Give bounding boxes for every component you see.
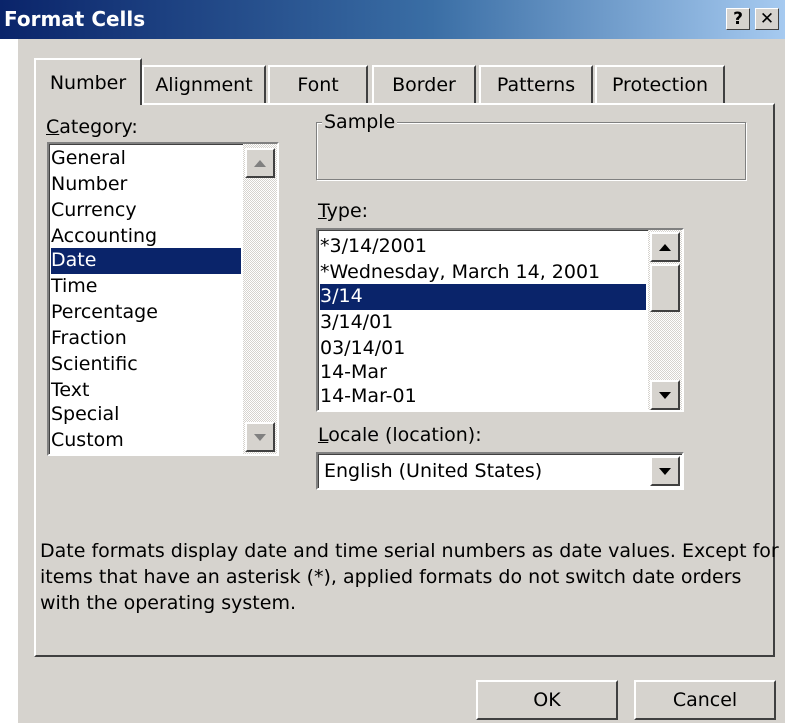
chevron-down-icon	[659, 467, 671, 475]
title-bar[interactable]: Format Cells ? ✕	[0, 0, 785, 39]
category-item-number[interactable]: Number	[51, 172, 127, 198]
category-scroll-down-button[interactable]	[245, 422, 275, 452]
type-listbox[interactable]: *3/14/2001 *Wednesday, March 14, 2001 3/…	[316, 228, 684, 412]
locale-label: Locale (location):	[318, 424, 482, 446]
close-button[interactable]: ✕	[755, 8, 779, 30]
arrow-up-icon	[659, 243, 671, 251]
format-cells-dialog: Format Cells ? ✕ Number Alignment Font B…	[0, 0, 785, 723]
sample-label: Sample	[322, 111, 398, 133]
type-item[interactable]: 3/14/01	[320, 310, 393, 336]
category-scrollbar[interactable]	[243, 144, 277, 454]
type-item[interactable]: *Wednesday, March 14, 2001	[320, 260, 600, 286]
category-item-percentage[interactable]: Percentage	[51, 300, 158, 326]
category-item-scientific[interactable]: Scientific	[51, 352, 138, 378]
category-item-text[interactable]: Text	[51, 378, 89, 404]
tab-alignment[interactable]: Alignment	[142, 65, 266, 103]
ok-button[interactable]: OK	[476, 680, 618, 720]
type-scroll-up-button[interactable]	[650, 232, 680, 262]
arrow-up-icon	[254, 159, 266, 167]
category-item-fraction[interactable]: Fraction	[51, 326, 127, 352]
category-item-custom[interactable]: Custom	[51, 428, 124, 454]
help-button[interactable]: ?	[726, 8, 750, 30]
category-item-time[interactable]: Time	[51, 274, 98, 300]
type-scroll-down-button[interactable]	[650, 380, 680, 410]
locale-select[interactable]: English (United States)	[316, 452, 684, 490]
tab-number[interactable]: Number	[34, 58, 142, 105]
type-scrollbar[interactable]	[648, 230, 682, 410]
category-item-accounting[interactable]: Accounting	[51, 224, 157, 250]
category-label: Category:	[46, 116, 138, 138]
category-item-general[interactable]: General	[51, 146, 126, 172]
tab-protection[interactable]: Protection	[595, 65, 725, 103]
category-item-special[interactable]: Special	[51, 402, 119, 428]
category-scroll-up-button[interactable]	[245, 148, 275, 178]
locale-value: English (United States)	[324, 460, 543, 482]
type-item-selected[interactable]: 3/14	[320, 284, 646, 310]
type-item[interactable]: *3/14/2001	[320, 234, 427, 260]
category-item-date[interactable]: Date	[51, 248, 241, 274]
type-item[interactable]: 14-Mar	[320, 360, 387, 386]
dialog-title: Format Cells	[4, 7, 146, 31]
arrow-down-icon	[659, 391, 671, 399]
tab-patterns[interactable]: Patterns	[479, 65, 593, 103]
arrow-down-icon	[254, 433, 266, 441]
cancel-button[interactable]: Cancel	[634, 680, 776, 720]
category-description: Date formats display date and time seria…	[40, 540, 779, 614]
type-item[interactable]: 14-Mar-01	[320, 384, 417, 410]
category-listbox[interactable]: General Number Currency Accounting Date …	[47, 142, 279, 456]
category-item-currency[interactable]: Currency	[51, 198, 137, 224]
type-item[interactable]: 03/14/01	[320, 336, 405, 362]
type-label: Type:	[318, 200, 369, 222]
tab-font[interactable]: Font	[268, 65, 368, 103]
type-scroll-thumb[interactable]	[650, 264, 680, 312]
locale-dropdown-button[interactable]	[650, 456, 680, 486]
tab-border[interactable]: Border	[372, 65, 476, 103]
window-frame-edge	[0, 39, 18, 723]
